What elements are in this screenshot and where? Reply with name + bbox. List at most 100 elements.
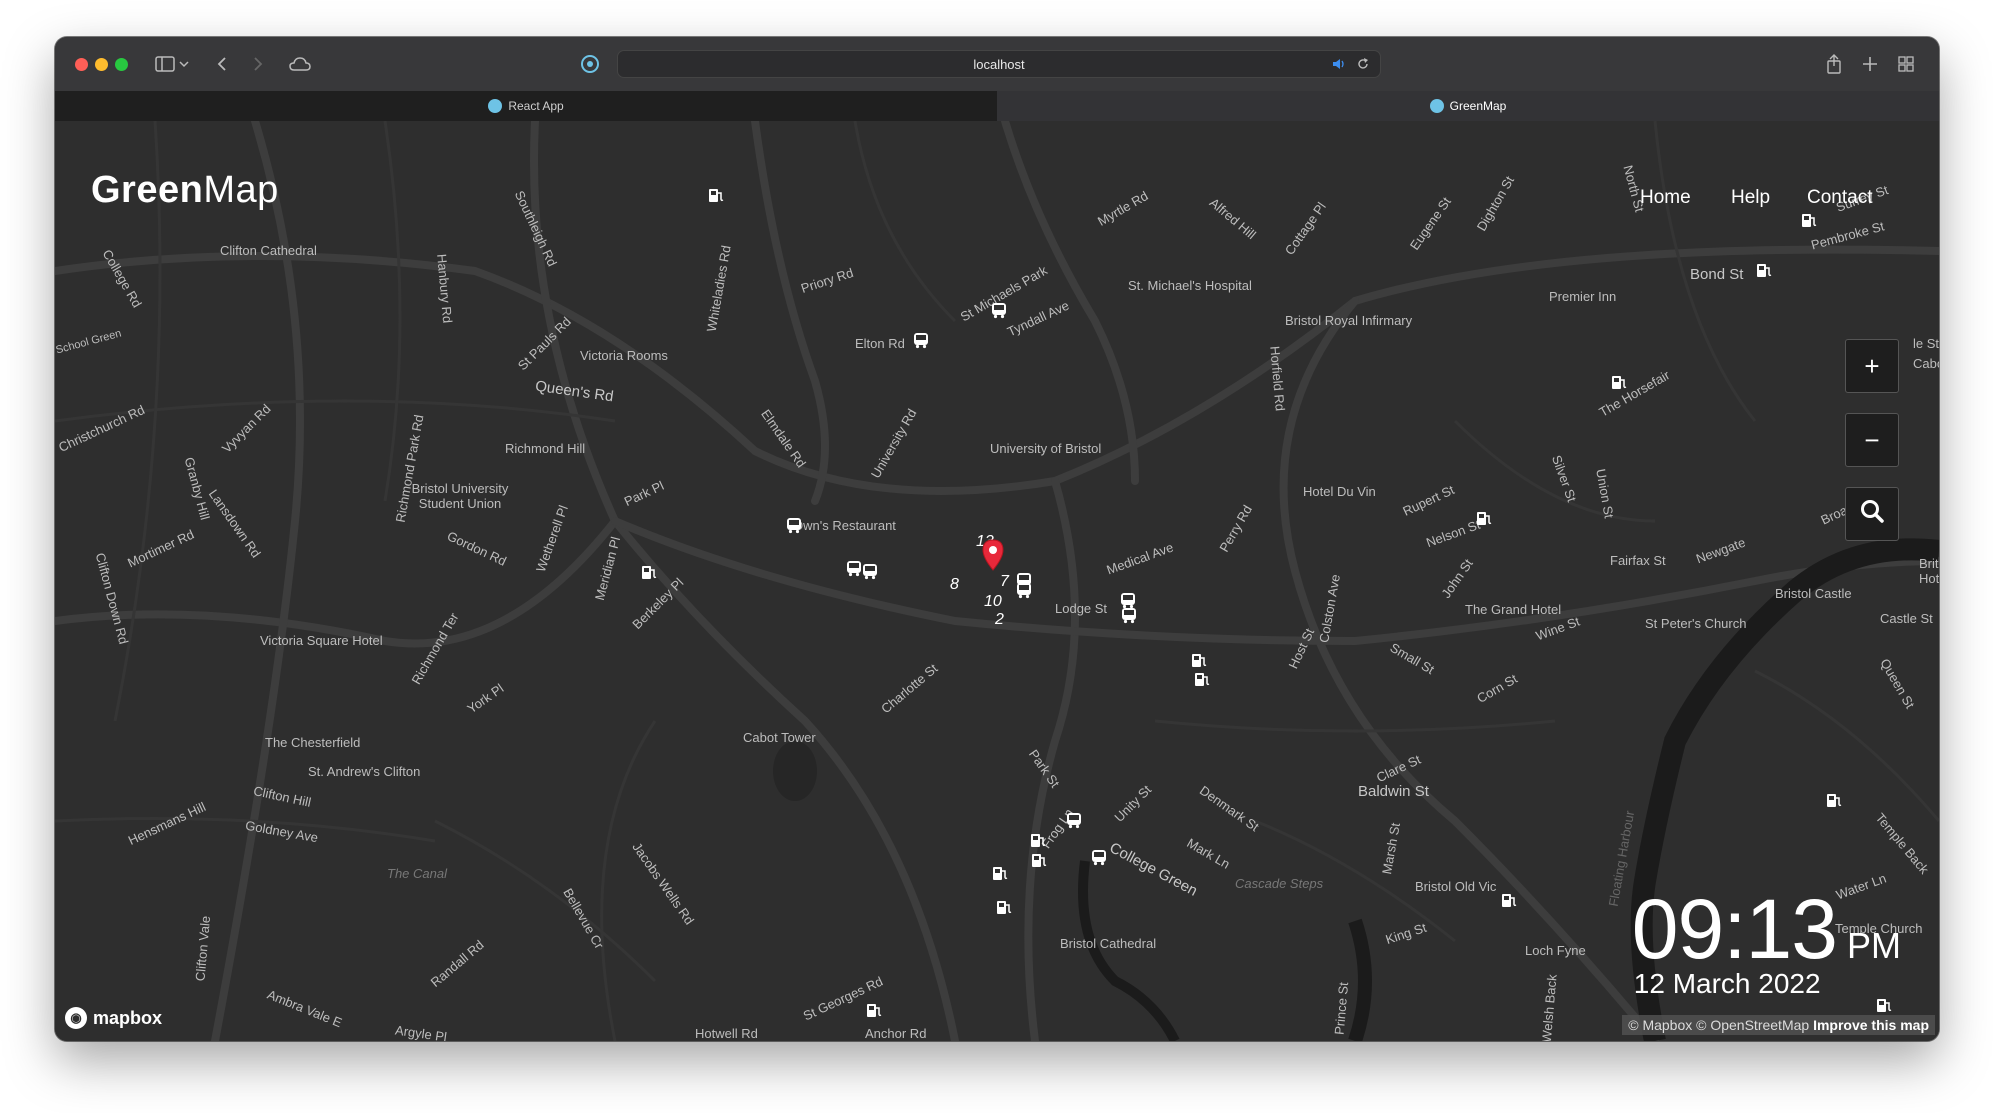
map-label: Clifton Cathedral <box>220 243 317 258</box>
map-label: le St <box>1913 336 1939 351</box>
ev-charging-icon[interactable] <box>1029 831 1047 849</box>
map-label: Cabot Tower <box>743 730 816 745</box>
ev-charging-icon[interactable] <box>707 186 725 204</box>
reload-icon[interactable] <box>1356 57 1370 74</box>
map-label: Lodge St <box>1055 601 1108 616</box>
map-label: Bristol Cathedral <box>1060 936 1157 951</box>
clock-ampm: PM <box>1847 925 1901 966</box>
mapbox-logo-text: mapbox <box>93 1007 163 1028</box>
map-label: Hotwell Rd <box>695 1026 758 1041</box>
bus-stop-icon[interactable] <box>1120 606 1138 624</box>
forward-arrow-icon[interactable] <box>245 51 271 77</box>
ev-charging-icon[interactable] <box>1825 791 1843 809</box>
ev-charging-icon[interactable] <box>1475 509 1493 527</box>
map-label: Hotel Du Vin <box>1303 484 1376 499</box>
ev-charging-icon[interactable] <box>995 898 1013 916</box>
mapbox-icon: ◉ <box>65 1007 87 1029</box>
tab-bar: React App GreenMap <box>55 91 1939 121</box>
tab-label: React App <box>508 99 564 113</box>
back-arrow-icon[interactable] <box>209 51 235 77</box>
search-button[interactable] <box>1845 487 1899 541</box>
map-label: The Grand Hotel <box>1465 602 1562 617</box>
ev-charging-icon[interactable] <box>1193 670 1211 688</box>
map-label: Bristol University Student Union <box>411 481 509 511</box>
minimize-window-button[interactable] <box>95 58 108 71</box>
maximize-window-button[interactable] <box>115 58 128 71</box>
map-label: Brit Hot <box>1919 556 1939 586</box>
share-icon[interactable] <box>1821 51 1847 77</box>
map-label: The Canal <box>387 866 447 881</box>
map-label: Castle St <box>1880 611 1933 626</box>
cluster-count[interactable]: 10 <box>984 593 1002 611</box>
tab-label: GreenMap <box>1449 99 1507 113</box>
osm-attribution-link[interactable]: © OpenStreetMap <box>1696 1017 1809 1033</box>
zoom-out-button[interactable]: − <box>1845 413 1899 467</box>
ev-charging-icon[interactable] <box>991 864 1009 882</box>
zoom-out-label: − <box>1864 424 1880 455</box>
chevron-down-icon[interactable] <box>177 51 191 77</box>
sidebar-toggle-icon[interactable] <box>152 51 178 77</box>
improve-map-link[interactable]: Improve this map <box>1813 1017 1929 1033</box>
bus-stop-icon[interactable] <box>990 301 1008 319</box>
new-tab-icon[interactable] <box>1857 51 1883 77</box>
map-label: Bristol Castle <box>1775 586 1852 601</box>
map-label: The Chesterfield <box>265 735 361 750</box>
map-label: Bond St <box>1690 266 1744 283</box>
map-label: Bristol Old Vic <box>1415 879 1497 894</box>
ev-charging-icon[interactable] <box>865 1001 883 1019</box>
mapbox-logo[interactable]: ◉ mapbox <box>65 1007 162 1029</box>
tab-overview-icon[interactable] <box>1893 51 1919 77</box>
bus-stop-icon[interactable] <box>785 516 803 534</box>
cluster-count[interactable]: 7 <box>1000 573 1009 591</box>
nav-help-link[interactable]: Help <box>1731 187 1770 209</box>
map-label: Baldwin St <box>1358 783 1429 800</box>
bus-stop-icon[interactable] <box>912 331 930 349</box>
privacy-report-icon[interactable] <box>577 51 603 77</box>
bus-stop-icon[interactable] <box>1015 581 1033 599</box>
search-icon <box>1859 498 1885 531</box>
nav-contact-link[interactable]: Contact <box>1807 187 1872 209</box>
speaker-icon[interactable] <box>1332 57 1346 74</box>
map-label: Victoria Square Hotel <box>260 633 383 648</box>
ev-charging-icon[interactable] <box>1500 891 1518 909</box>
ev-charging-icon[interactable] <box>640 563 658 581</box>
map-label: Cascade Steps <box>1235 876 1324 891</box>
icloud-icon[interactable] <box>287 51 313 77</box>
address-bar[interactable]: localhost <box>617 50 1381 78</box>
zoom-in-button[interactable]: + <box>1845 339 1899 393</box>
logo-regular-text: Map <box>203 169 279 211</box>
map-canvas[interactable]: Clifton Cathedral Victoria Rooms Queen's… <box>55 121 1939 1041</box>
map-label: Richmond Hill <box>505 441 586 456</box>
browser-window: localhost React App GreenMap Clifton Cat… <box>55 37 1939 1041</box>
location-pin-icon[interactable] <box>981 539 1005 571</box>
app-logo[interactable]: GreenMap <box>91 169 279 212</box>
url-text: localhost <box>973 56 1025 72</box>
map-label: Victoria Rooms <box>580 348 668 363</box>
map-label: Premier Inn <box>1549 289 1617 304</box>
map-label: Fairfax St <box>1610 553 1666 568</box>
map-label: Loch Fyne <box>1525 943 1586 958</box>
ev-charging-icon[interactable] <box>1755 261 1773 279</box>
tab-greenmap[interactable]: GreenMap <box>997 91 1939 121</box>
map-label: Own's Restaurant <box>793 518 896 533</box>
nav-home-link[interactable]: Home <box>1640 187 1691 209</box>
clock-widget: 09:13 PM 12 March 2022 <box>1632 881 1901 1000</box>
map-label: Bristol Royal Infirmary <box>1285 313 1413 328</box>
ev-charging-icon[interactable] <box>1610 373 1628 391</box>
cluster-count[interactable]: 2 <box>995 611 1004 629</box>
ev-charging-icon[interactable] <box>1030 851 1048 869</box>
bus-stop-icon[interactable] <box>1065 811 1083 829</box>
ev-charging-icon[interactable] <box>1190 651 1208 669</box>
tab-react-app[interactable]: React App <box>55 91 997 121</box>
map-label: Elton Rd <box>855 336 905 351</box>
ev-charging-icon[interactable] <box>1800 211 1818 229</box>
cluster-count[interactable]: 8 <box>950 576 959 594</box>
map-attribution: © Mapbox © OpenStreetMap Improve this ma… <box>1622 1015 1935 1035</box>
mapbox-attribution-link[interactable]: © Mapbox <box>1628 1017 1692 1033</box>
bus-stop-icon[interactable] <box>1090 848 1108 866</box>
map-label: St. Michael's Hospital <box>1128 278 1252 293</box>
clock-time: 09:13 <box>1631 882 1838 976</box>
map-label: St Peter's Church <box>1645 616 1747 631</box>
bus-stop-icon[interactable] <box>861 562 879 580</box>
close-window-button[interactable] <box>75 58 88 71</box>
